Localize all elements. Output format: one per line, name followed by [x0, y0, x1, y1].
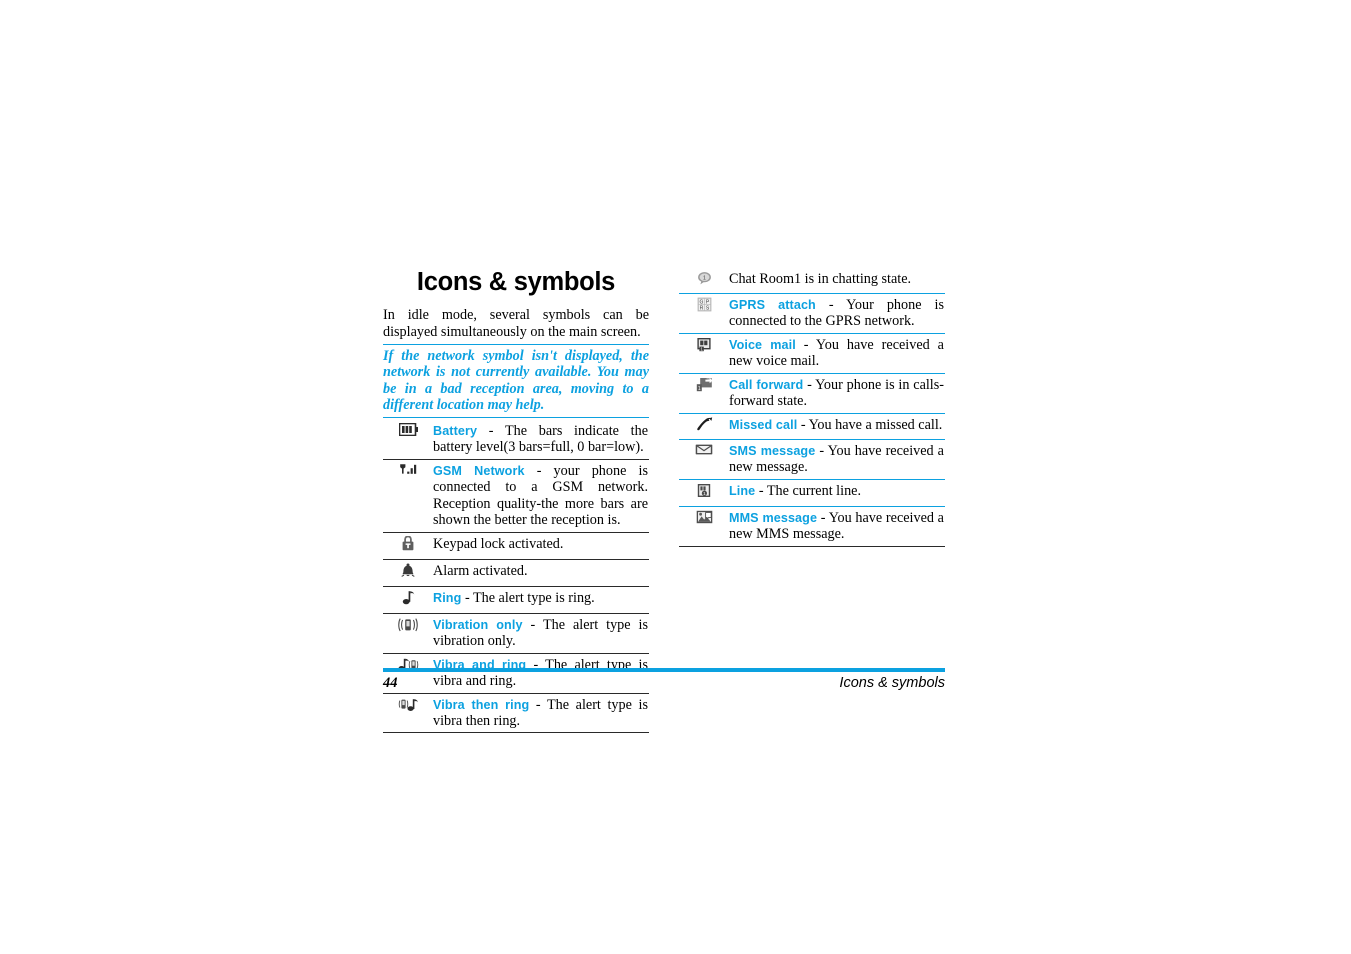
right-column: 1 Chat Room1 is in chatting state. G P R… [679, 268, 945, 547]
intro-paragraph: In idle mode, several symbols can be dis… [383, 307, 649, 340]
table-row: G P R S GPRS attach - Your phone is conn… [679, 293, 945, 334]
table-row: SMS message - You have received a new me… [679, 439, 945, 480]
gprs-attach-icon-cell: G P R S [679, 293, 729, 334]
table-row: 1 Line - The current line. [679, 479, 945, 507]
row-label: Call forward [729, 377, 804, 392]
gsm-icon-cell [383, 459, 433, 533]
row-text: GSM Network - your phone is connected to… [433, 459, 649, 533]
sms-message-icon [695, 443, 713, 456]
row-label: SMS message [729, 443, 816, 458]
footer-section-title: Icons & symbols [839, 675, 945, 691]
table-row: Missed call - You have a missed call. [679, 413, 945, 440]
network-note-text: If the network symbol isn't displayed, t… [383, 347, 649, 414]
gsm-network-signal-icon [399, 463, 418, 477]
voice-mail-icon-cell: 1 [679, 333, 729, 374]
svg-text:G: G [699, 300, 703, 306]
row-label: Battery [433, 423, 478, 438]
row-text: Line - The current line. [729, 479, 945, 507]
row-label: Vibra then ring [433, 697, 530, 712]
right-icon-table: 1 Chat Room1 is in chatting state. G P R… [679, 268, 945, 547]
table-row: 1 Call forward - Your phone is in calls-… [679, 373, 945, 414]
table-row: Alarm activated. [383, 559, 649, 587]
table-row: Ring - The alert type is ring. [383, 586, 649, 614]
row-description: - You have a missed call. [797, 416, 943, 433]
row-text: MMS message - You have received a new MM… [729, 506, 945, 547]
row-label: Line [729, 483, 756, 498]
table-row: GSM Network - your phone is connected to… [383, 459, 649, 533]
line-icon: 1 [697, 483, 711, 498]
table-row: MMS message - You have received a new MM… [679, 506, 945, 547]
chat-room-icon-cell: 1 [679, 268, 729, 294]
row-label: MMS message [729, 510, 818, 525]
vibra-then-ring-icon-cell [383, 693, 433, 734]
alarm-icon-cell [383, 559, 433, 587]
vibra-then-ring-icon [398, 697, 419, 712]
voice-mail-icon: 1 [696, 337, 712, 352]
line-icon-cell: 1 [679, 479, 729, 507]
table-row: Vibra then ring - The alert type is vibr… [383, 693, 649, 734]
gprs-attach-icon: G P R S [697, 297, 712, 312]
row-text: Missed call - You have a missed call. [729, 413, 945, 440]
row-text: SMS message - You have received a new me… [729, 439, 945, 480]
battery-icon [398, 422, 418, 436]
row-text: Vibra then ring - The alert type is vibr… [433, 693, 649, 734]
table-row: 1 Chat Room1 is in chatting state. [679, 268, 945, 294]
row-text: Battery - The bars indicate the battery … [433, 419, 649, 460]
svg-text:R: R [699, 306, 703, 312]
alarm-bell-icon [401, 563, 415, 578]
left-column: Icons & symbols In idle mode, several sy… [383, 268, 649, 734]
keypad-lock-icon [401, 535, 415, 551]
two-column-layout: Icons & symbols In idle mode, several sy… [383, 268, 945, 734]
svg-text:1: 1 [700, 346, 703, 351]
page-footer: 44 Icons & symbols [383, 668, 945, 692]
row-text: Call forward - Your phone is in calls-fo… [729, 373, 945, 414]
document-page: Icons & symbols In idle mode, several sy… [383, 268, 945, 734]
svg-text:1: 1 [703, 491, 706, 496]
ring-icon-cell [383, 586, 433, 614]
row-text: Voice mail - You have received a new voi… [729, 333, 945, 374]
row-description: - The alert type is ring. [461, 589, 595, 606]
footer-page-number: 44 [383, 675, 398, 691]
table-row: Vibration only - The alert type is vibra… [383, 613, 649, 654]
row-text: Chat Room1 is in chatting state. [729, 268, 945, 294]
row-description: - The current line. [755, 482, 862, 499]
row-label: GPRS attach [729, 298, 816, 312]
table-row: Keypad lock activated. [383, 532, 649, 560]
row-description: Alarm activated. [433, 562, 528, 579]
keypad-lock-icon-cell [383, 532, 433, 560]
row-text: Alarm activated. [433, 559, 649, 587]
table-row: 1 Voice mail - You have received a new v… [679, 333, 945, 374]
vibration-only-icon-cell [383, 613, 433, 654]
page-title: Icons & symbols [416, 268, 616, 296]
row-label: Ring [433, 590, 462, 605]
footer-row: 44 Icons & symbols [383, 675, 945, 692]
row-text: Vibration only - The alert type is vibra… [433, 613, 649, 654]
mms-message-icon [696, 510, 713, 524]
vibration-only-icon [398, 617, 418, 632]
footer-rule [383, 668, 945, 672]
row-label: GSM Network [433, 463, 525, 478]
row-text: Ring - The alert type is ring. [433, 586, 649, 614]
svg-text:1: 1 [703, 275, 706, 281]
missed-call-icon [696, 417, 713, 431]
call-forward-icon: 1 [696, 377, 713, 392]
chat-room-icon: 1 [697, 271, 712, 285]
table-row: Battery - The bars indicate the battery … [383, 419, 649, 460]
sms-message-icon-cell [679, 439, 729, 480]
ring-note-icon [402, 590, 415, 605]
call-forward-icon-cell: 1 [679, 373, 729, 414]
row-text: Keypad lock activated. [433, 532, 649, 560]
row-description: Chat Room1 is in chatting state. [729, 271, 912, 287]
mms-message-icon-cell [679, 506, 729, 547]
row-description: Keypad lock activated. [433, 535, 564, 552]
svg-text:1: 1 [697, 386, 700, 392]
row-label: Voice mail [729, 337, 796, 352]
row-label: Missed call [729, 417, 798, 432]
row-text: GPRS attach - Your phone is connected to… [729, 293, 945, 334]
battery-icon-cell [383, 419, 433, 460]
row-label: Vibration only [433, 617, 523, 632]
network-note-block: If the network symbol isn't displayed, t… [383, 343, 649, 418]
missed-call-icon-cell [679, 413, 729, 440]
